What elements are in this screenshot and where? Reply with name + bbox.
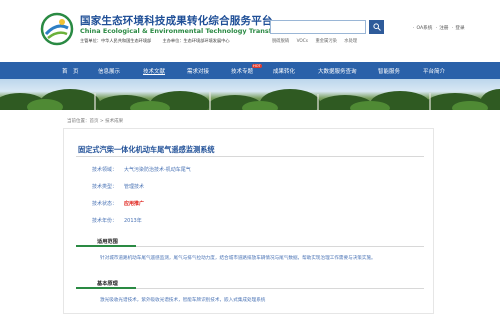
section-accent [76, 245, 136, 247]
nav-item-topics[interactable]: 技术专题 [231, 67, 253, 75]
hot-word-link[interactable]: 脱硫脱硝 [272, 39, 289, 44]
nav-item-demand[interactable]: 需求对接 [187, 67, 209, 75]
field-label-type: 技术类型： [92, 184, 118, 190]
section-accent [76, 287, 136, 289]
site-logo[interactable] [40, 12, 74, 46]
search-input[interactable] [270, 20, 366, 34]
bullet-icon: · [451, 26, 454, 31]
nav-item-home[interactable]: 首 页 [62, 67, 79, 75]
search-button[interactable] [369, 20, 384, 34]
field-value-domain: 大气污染防治技术-机动车尾气 [124, 167, 191, 173]
search-icon [373, 23, 381, 31]
field-label-status: 技术状态： [92, 201, 118, 207]
section-heading-principle: 基本原理 [97, 281, 118, 287]
nav-item-transformation[interactable]: 成果转化 [273, 67, 295, 75]
sponsor-info: 主管单位：中华人民共和国生态环境部 主办单位：生态环境部环境发展中心 [80, 38, 240, 44]
site-header: 国家生态环境科技成果转化综合服务平台 China Ecological & En… [0, 0, 500, 62]
organizer-label: 主办单位：生态环境部环境发展中心 [162, 38, 230, 43]
main-nav: 首 页 信息展示 技术文献 需求对接 技术专题 HOT 成果转化 大数据服务查询… [0, 62, 500, 79]
field-label-domain: 技术领域： [92, 167, 118, 173]
forest-banner-image [0, 79, 500, 110]
status-badge: 应用推广 [124, 201, 145, 207]
section-body-scope: 针对城市道路机动车尾气遥感监测，尾气与排气拉动力度，结合城市道路排放车辆情况与尾… [100, 256, 376, 261]
field-label-year: 技术年份： [92, 218, 118, 224]
nav-item-smart-service[interactable]: 智能服务 [378, 67, 400, 75]
nav-item-literature[interactable]: 技术文献 [143, 67, 165, 75]
site-title: 国家生态环境科技成果转化综合服务平台 [80, 15, 273, 27]
sponsor-label: 主管单位：中华人民共和国生态环境部 [80, 38, 152, 43]
section-body-principle: 激光吸收光谱技术，紫外吸收光谱技术，智能车牌识别技术，嵌入式集成处理系统 [100, 298, 266, 303]
page-title: 固定式汽柴一体化机动车尾气遥感监测系统 [78, 145, 215, 154]
oa-system-link[interactable]: OA系统 [416, 26, 432, 31]
hot-word-link[interactable]: 重金属污染 [315, 39, 336, 44]
login-link[interactable]: 登录 [455, 26, 464, 31]
bullet-icon: · [413, 26, 415, 31]
section-heading-scope: 适用范围 [97, 239, 118, 245]
divider [76, 156, 424, 157]
bullet-icon: · [435, 26, 438, 31]
nav-item-about[interactable]: 平台简介 [423, 67, 445, 75]
nav-item-bigdata[interactable]: 大数据服务查询 [318, 67, 357, 75]
hot-badge: HOT [252, 64, 262, 68]
register-link[interactable]: 注册 [439, 26, 448, 31]
nav-item-info[interactable]: 信息展示 [98, 67, 120, 75]
top-links: · OA系统 · 注册 · 登录 [412, 25, 466, 31]
field-value-type: 管理技术 [124, 184, 145, 190]
breadcrumb[interactable]: 当前位置：首页 > 技术成果 [67, 118, 123, 124]
field-value-year: 2013年 [124, 218, 142, 224]
hot-search-words: 脱硫脱硝 VOCs 重金属污染 水处理 [272, 38, 363, 44]
hot-word-link[interactable]: VOCs [297, 39, 309, 44]
hot-word-link[interactable]: 水处理 [344, 39, 357, 44]
